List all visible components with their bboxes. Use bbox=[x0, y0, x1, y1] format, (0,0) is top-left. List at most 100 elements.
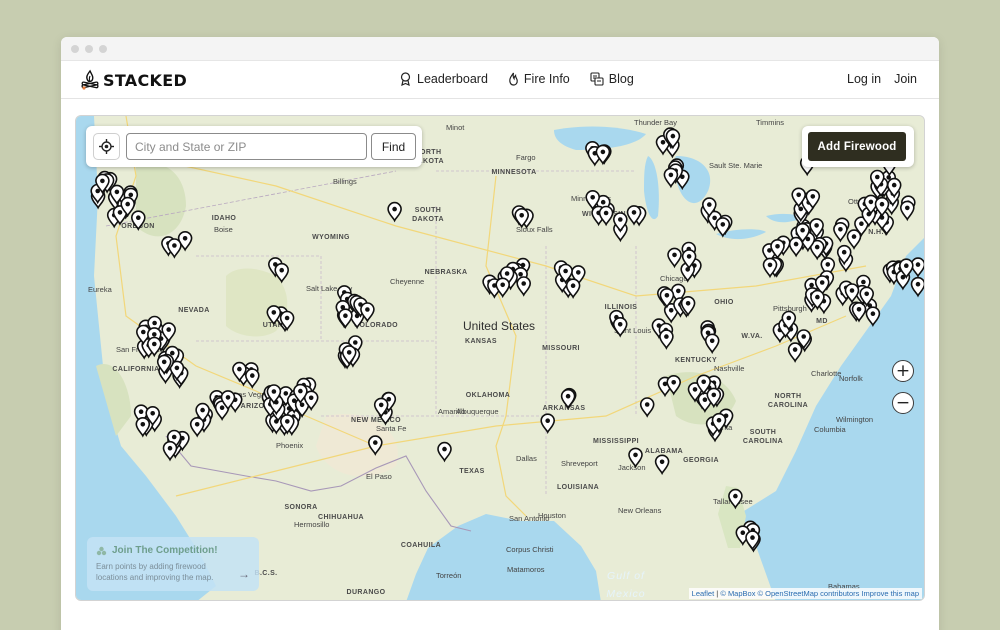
window-dot-close[interactable] bbox=[71, 45, 79, 53]
add-firewood-button[interactable]: Add Firewood bbox=[808, 132, 906, 161]
state-label: NEVADA bbox=[178, 307, 209, 314]
city-label: Eureka bbox=[88, 285, 113, 294]
city-label: Boise bbox=[214, 225, 233, 234]
nav-fire-info[interactable]: Fire Info bbox=[508, 72, 570, 86]
city-label: Matamoros bbox=[507, 565, 545, 574]
state-label: MINNESOTA bbox=[491, 169, 536, 176]
zoom-in-button[interactable]: + bbox=[892, 360, 914, 382]
state-label: ARKANSAS bbox=[543, 405, 586, 412]
nav-fire-info-label: Fire Info bbox=[523, 72, 570, 86]
state-label: LOUISIANA bbox=[557, 484, 599, 491]
leaflet-link[interactable]: Leaflet bbox=[692, 589, 715, 598]
add-firewood-panel: Add Firewood bbox=[802, 126, 914, 167]
city-label: Amarillo bbox=[438, 407, 465, 416]
state-label: WYOMING bbox=[312, 234, 350, 241]
locate-button[interactable] bbox=[93, 133, 120, 160]
promo-text: Earn points by adding firewood locations… bbox=[96, 562, 214, 582]
join-link[interactable]: Join bbox=[894, 72, 917, 86]
state-label: MD bbox=[816, 318, 828, 325]
ribbon-icon bbox=[400, 72, 411, 86]
mapbox-link[interactable]: © MapBox bbox=[720, 589, 755, 598]
firewood-map[interactable]: NORTHDAKOTASOUTHDAKOTAMINNESOTAWISCONSIN… bbox=[75, 115, 925, 601]
window-titlebar bbox=[61, 37, 939, 61]
city-label: Cheyenne bbox=[390, 277, 424, 286]
login-link[interactable]: Log in bbox=[847, 72, 881, 86]
nav-leaderboard-label: Leaderboard bbox=[417, 72, 488, 86]
state-label: ALABAMA bbox=[645, 448, 683, 455]
state-label: TEXAS bbox=[459, 468, 484, 475]
city-label: Nashville bbox=[714, 364, 744, 373]
zoom-out-button[interactable]: − bbox=[892, 392, 914, 414]
city-label: Dallas bbox=[516, 454, 537, 463]
window-dot-maximize[interactable] bbox=[99, 45, 107, 53]
city-label: Charlotte bbox=[811, 369, 841, 378]
state-label: SONORA bbox=[284, 504, 317, 511]
country-label: United States bbox=[463, 319, 535, 333]
state-label: KANSAS bbox=[465, 338, 497, 345]
state-label: NEBRASKA bbox=[425, 269, 468, 276]
state-label: OHIO bbox=[714, 299, 734, 306]
firewood-icon bbox=[96, 546, 107, 555]
auth-links: Log in Join bbox=[847, 72, 917, 86]
state-label: KENTUCKY bbox=[675, 357, 717, 364]
state-label: DURANGO bbox=[347, 589, 386, 596]
state-label: W.VA. bbox=[741, 333, 762, 340]
water-label: Gulf of bbox=[607, 570, 645, 582]
nav-blog-label: Blog bbox=[608, 72, 634, 86]
city-label: Thunder Bay bbox=[634, 118, 677, 127]
location-search-input[interactable] bbox=[126, 133, 367, 160]
osm-link[interactable]: © OpenStreetMap contributors bbox=[758, 589, 860, 598]
city-label: San Antonio bbox=[509, 514, 549, 523]
city-label: Norfolk bbox=[839, 374, 863, 383]
state-label: OKLAHOMA bbox=[466, 392, 510, 399]
city-label: Phoenix bbox=[276, 441, 303, 450]
water-label: Mexico bbox=[606, 588, 645, 600]
blog-icon bbox=[590, 72, 604, 86]
state-label: ILLINOIS bbox=[605, 304, 638, 311]
city-label: Billings bbox=[333, 177, 357, 186]
find-button[interactable]: Find bbox=[371, 133, 416, 160]
city-label: Sault Ste. Marie bbox=[709, 161, 762, 170]
city-label: Hermosillo bbox=[294, 520, 329, 529]
state-label: MISSISSIPPI bbox=[593, 438, 639, 445]
state-label: IDAHO bbox=[212, 215, 237, 222]
city-label: Fargo bbox=[516, 153, 536, 162]
city-label: Corpus Christi bbox=[506, 545, 554, 554]
top-navbar: STACKED Leaderboard Fire Info Blog Log i… bbox=[61, 61, 939, 99]
crosshair-icon bbox=[99, 139, 114, 154]
map-tiles[interactable]: NORTHDAKOTASOUTHDAKOTAMINNESOTAWISCONSIN… bbox=[76, 116, 925, 601]
flame-icon bbox=[509, 72, 518, 86]
map-attribution: Leaflet | © MapBox © OpenStreetMap contr… bbox=[688, 588, 922, 599]
state-label: NEW MEXICO bbox=[351, 417, 401, 424]
campfire-icon bbox=[81, 69, 99, 90]
city-label: Wilmington bbox=[836, 415, 873, 424]
arrow-right-icon[interactable]: → bbox=[238, 567, 250, 581]
brand-name: STACKED bbox=[103, 70, 188, 90]
state-label: COAHUILA bbox=[401, 542, 441, 549]
state-label: GEORGIA bbox=[683, 457, 719, 464]
city-label: New Orleans bbox=[618, 506, 662, 515]
state-label: N.H. bbox=[868, 229, 884, 236]
nav-blog[interactable]: Blog bbox=[590, 72, 634, 86]
state-label: CALIFORNIA bbox=[112, 366, 159, 373]
city-label: Torreón bbox=[436, 571, 461, 580]
browser-window: STACKED Leaderboard Fire Info Blog Log i… bbox=[61, 37, 939, 630]
page-footer-area bbox=[61, 619, 939, 630]
join-competition-card[interactable]: Join The Competition! Earn points by add… bbox=[87, 537, 259, 591]
promo-title: Join The Competition! bbox=[112, 545, 218, 556]
window-dot-minimize[interactable] bbox=[85, 45, 93, 53]
city-label: Minot bbox=[446, 123, 465, 132]
main-nav: Leaderboard Fire Info Blog bbox=[399, 72, 634, 86]
city-label: El Paso bbox=[366, 472, 392, 481]
promo-title-row: Join The Competition! bbox=[96, 545, 251, 556]
city-label: Jackson bbox=[618, 463, 646, 472]
brand-logo[interactable]: STACKED bbox=[80, 69, 187, 91]
city-label: Shreveport bbox=[561, 459, 599, 468]
city-label: Columbia bbox=[814, 425, 847, 434]
improve-map-link[interactable]: Improve this map bbox=[861, 589, 919, 598]
city-label: Timmins bbox=[756, 118, 784, 127]
nav-leaderboard[interactable]: Leaderboard bbox=[399, 72, 488, 86]
state-label: MISSOURI bbox=[542, 345, 580, 352]
city-label: Santa Fe bbox=[376, 424, 406, 433]
search-panel: Find bbox=[86, 126, 422, 167]
